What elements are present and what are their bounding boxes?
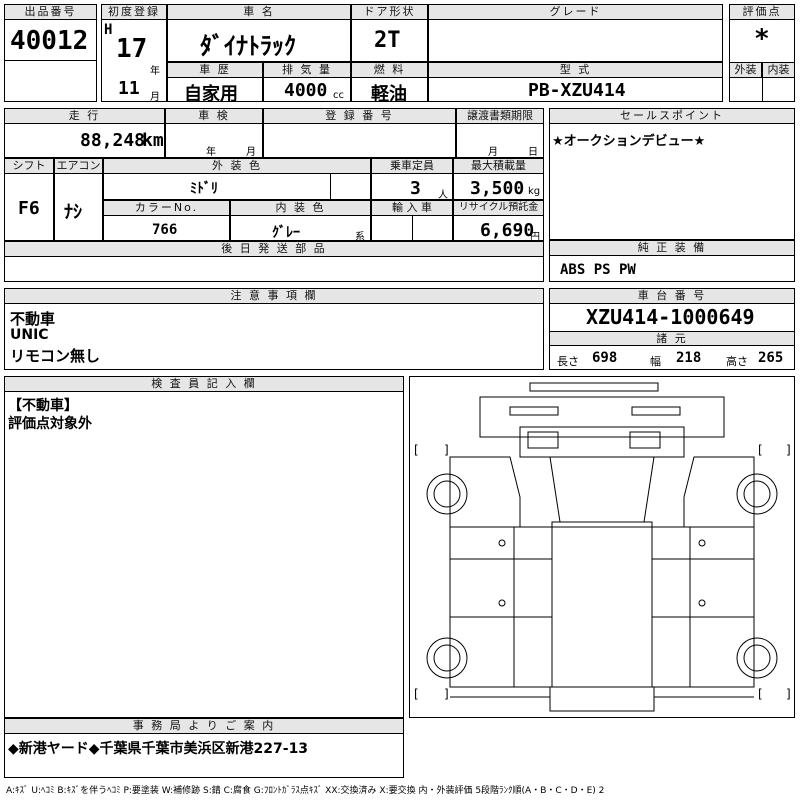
- mileage-unit: km: [142, 130, 164, 151]
- score-value: *: [754, 24, 770, 54]
- chassis-header: 車 台 番 号: [549, 288, 795, 304]
- car-name-value: ﾀﾞｲﾅﾄﾗｯｸ: [200, 32, 296, 60]
- interior-score-header: 内装: [762, 62, 795, 78]
- era-letter: H: [104, 22, 113, 38]
- model-type-header: 型 式: [428, 62, 723, 78]
- bracket-right-lower-close: ]: [786, 687, 791, 701]
- bracket-left-lower-open: [: [414, 687, 419, 701]
- max-load-unit: kg: [528, 186, 541, 197]
- caution-line-2: UNIC: [10, 327, 49, 343]
- grade-header: グレード: [428, 4, 723, 20]
- capacity-unit: 人: [438, 190, 448, 201]
- first-registration-header: 初度登録: [101, 4, 167, 20]
- displacement-header: 排 気 量: [263, 62, 351, 78]
- mileage-header: 走 行: [4, 108, 165, 124]
- exterior-color-value: ﾐﾄﾞﾘ: [190, 181, 218, 197]
- door-header: ドア形状: [351, 4, 428, 20]
- length-value: 698: [592, 350, 618, 366]
- exterior-score-header: 外装: [729, 62, 762, 78]
- color-no-header: カラーNo.: [103, 200, 230, 216]
- inspection-header: 車 検: [165, 108, 263, 124]
- bracket-right-upper-close: ]: [786, 443, 791, 457]
- office-info-header: 事 務 局 よ り ご 案 内: [4, 718, 404, 734]
- max-load-header: 最大積載量: [453, 158, 544, 174]
- fuel-header: 燃 料: [351, 62, 428, 78]
- inspector-header: 検 査 員 記 入 欄: [4, 376, 404, 392]
- month-value: 11: [118, 78, 140, 99]
- length-label: 長さ: [557, 355, 579, 368]
- registration-number-header: 登 録 番 号: [263, 108, 456, 124]
- year-unit: 年: [150, 66, 160, 77]
- fuel-value: 軽油: [371, 84, 407, 105]
- delivered-later-header: 後 日 発 送 部 品: [4, 241, 544, 257]
- door-value: 2T: [374, 28, 401, 53]
- sales-points-header: セールスポイント: [549, 108, 795, 124]
- capacity-value: 3: [410, 178, 421, 199]
- lot-number-header: 出品番号: [4, 4, 97, 20]
- model-type-value: PB-XZU414: [528, 80, 626, 101]
- history-value: 自家用: [184, 84, 238, 105]
- bracket-left-lower-close: ]: [444, 687, 449, 701]
- genuine-equipment-value: ABS PS PW: [560, 262, 636, 278]
- vehicle-damage-diagram: [ ] [ ] [ ] [ ]: [409, 376, 795, 718]
- bracket-right-upper-open: [: [758, 443, 763, 457]
- score-header: 評価点: [729, 4, 795, 20]
- height-label: 高さ: [726, 355, 748, 368]
- inspection-month-unit: 月: [246, 147, 256, 158]
- recycle-value: 6,690: [480, 220, 535, 241]
- truck-outline-diagram: [426, 382, 778, 712]
- inspector-line-1: 【不動車】: [8, 398, 78, 414]
- car-name-header: 車 名: [167, 4, 351, 20]
- history-header: 車 歴: [167, 62, 263, 78]
- specs-header: 諸 元: [549, 331, 795, 346]
- legend-footer: A:ｷｽﾞ U:ﾍｺﾐ B:ｷｽﾞを伴うﾍｺﾐ P:要塗装 W:補修跡 S:錆 …: [6, 786, 605, 796]
- color-no-value: 766: [152, 222, 178, 238]
- shift-value: F6: [18, 198, 40, 219]
- transfer-month-unit: 月: [488, 147, 498, 158]
- bracket-left-upper-open: [: [414, 443, 419, 457]
- lot-number-value: 40012: [10, 26, 89, 56]
- height-value: 265: [758, 350, 784, 366]
- recycle-header: リサイクル預託金: [453, 200, 544, 216]
- transfer-day-unit: 日: [528, 147, 538, 158]
- year-value: 17: [116, 34, 148, 64]
- aircon-header: エアコン: [54, 158, 103, 174]
- aircon-value: ﾅｼ: [64, 202, 82, 223]
- sales-points-box: [549, 108, 795, 240]
- month-unit: 月: [150, 92, 160, 103]
- bracket-right-lower-open: [: [758, 687, 763, 701]
- mileage-value: 88,248: [80, 130, 146, 151]
- displacement-unit: cc: [333, 90, 344, 101]
- width-label: 幅: [650, 355, 661, 368]
- transfer-deadline-header: 譲渡書類期限: [456, 108, 544, 124]
- displacement-value: 4000: [284, 80, 328, 101]
- genuine-equipment-header: 純 正 装 備: [549, 240, 795, 256]
- shift-header: シフト: [4, 158, 54, 174]
- bracket-left-upper-close: ]: [444, 443, 449, 457]
- chassis-value: XZU414-1000649: [586, 305, 755, 329]
- import-header: 輸 入 車: [371, 200, 453, 216]
- caution-line-1: 不動車: [10, 310, 56, 328]
- sales-point-text: ★オークションデビュー★: [552, 134, 706, 149]
- caution-header: 注 意 事 項 欄: [4, 288, 544, 304]
- interior-color-header: 内 装 色: [230, 200, 371, 216]
- max-load-value: 3,500: [470, 178, 525, 199]
- interior-color-value: ｸﾞﾚｰ: [272, 225, 300, 241]
- exterior-color-header: 外 装 色: [103, 158, 371, 174]
- inspector-line-2: 評価点対象外: [8, 416, 92, 432]
- capacity-header: 乗車定員: [371, 158, 453, 174]
- width-value: 218: [676, 350, 702, 366]
- caution-line-3: リモコン無し: [10, 347, 101, 365]
- inspection-year-unit: 年: [206, 147, 216, 158]
- office-info-text: ◆新港ヤード◆千葉県千葉市美浜区新港227-13: [8, 741, 309, 757]
